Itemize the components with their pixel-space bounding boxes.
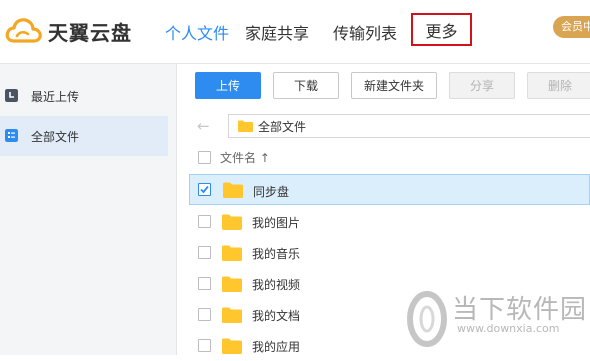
- path-current[interactable]: 全部文件: [258, 118, 306, 135]
- watermark: 当下软件园 www.downxia.com: [405, 287, 590, 355]
- tab-more[interactable]: 更多: [411, 13, 472, 46]
- watermark-text: 当下软件园: [452, 295, 588, 325]
- sidebar: 最近上传 全部文件: [0, 64, 177, 355]
- sidebar-item-recent-uploads[interactable]: 最近上传: [0, 76, 168, 116]
- path-breadcrumb: 全部文件: [228, 114, 590, 138]
- file-name[interactable]: 我的文档: [252, 307, 300, 324]
- top-header: 天翼云盘 个人文件 家庭共享 传输列表 更多 会员中心: [0, 0, 590, 64]
- files-icon: [5, 129, 18, 142]
- row-checkbox[interactable]: [198, 215, 211, 228]
- sidebar-item-label: 全部文件: [31, 129, 80, 144]
- sidebar-item-all-files[interactable]: 全部文件: [0, 116, 168, 156]
- folder-icon: [223, 182, 243, 198]
- file-name[interactable]: 我的应用: [252, 338, 300, 355]
- file-row[interactable]: 我的音乐: [189, 237, 590, 268]
- file-row[interactable]: 同步盘: [189, 174, 590, 205]
- watermark-url: www.downxia.com: [457, 322, 560, 335]
- file-name[interactable]: 同步盘: [253, 183, 289, 200]
- downxia-logo-icon: [407, 291, 447, 347]
- row-checkbox[interactable]: [198, 277, 211, 290]
- delete-button[interactable]: 删除: [527, 72, 590, 99]
- file-name[interactable]: 我的图片: [252, 214, 300, 231]
- tab-family-share[interactable]: 家庭共享: [245, 20, 309, 44]
- vip-center-button[interactable]: 会员中心: [553, 16, 590, 38]
- share-button[interactable]: 分享: [449, 72, 515, 99]
- checkmark-icon: [200, 185, 209, 194]
- folder-icon: [222, 276, 242, 292]
- app-logo[interactable]: 天翼云盘: [5, 14, 132, 48]
- cloud-logo-icon: [5, 18, 42, 43]
- download-button[interactable]: 下载: [273, 72, 339, 99]
- tab-personal-files[interactable]: 个人文件: [165, 20, 229, 44]
- folder-icon: [238, 120, 253, 132]
- row-checkbox[interactable]: [198, 183, 211, 196]
- column-filename-sort[interactable]: 文件名 ↑: [220, 149, 270, 166]
- file-name[interactable]: 我的音乐: [252, 245, 300, 262]
- file-row[interactable]: 我的图片: [189, 206, 590, 237]
- back-arrow-icon[interactable]: ←: [197, 117, 210, 135]
- sidebar-item-label: 最近上传: [31, 89, 80, 104]
- row-checkbox[interactable]: [198, 246, 211, 259]
- row-checkbox[interactable]: [198, 339, 211, 352]
- folder-icon: [222, 214, 242, 230]
- folder-icon: [222, 245, 242, 261]
- row-checkbox[interactable]: [198, 308, 211, 321]
- upload-button[interactable]: 上传: [195, 72, 261, 99]
- new-folder-button[interactable]: 新建文件夹: [351, 72, 437, 99]
- clock-icon: [5, 89, 18, 102]
- tab-transfer-list[interactable]: 传输列表: [333, 20, 397, 44]
- select-all-checkbox[interactable]: [198, 151, 211, 164]
- file-name[interactable]: 我的视频: [252, 276, 300, 293]
- file-list-header: 文件名 ↑: [190, 144, 590, 170]
- tab-more-label: 更多: [425, 21, 458, 41]
- app-name: 天翼云盘: [48, 20, 132, 45]
- folder-icon: [222, 338, 242, 354]
- folder-icon: [222, 307, 242, 323]
